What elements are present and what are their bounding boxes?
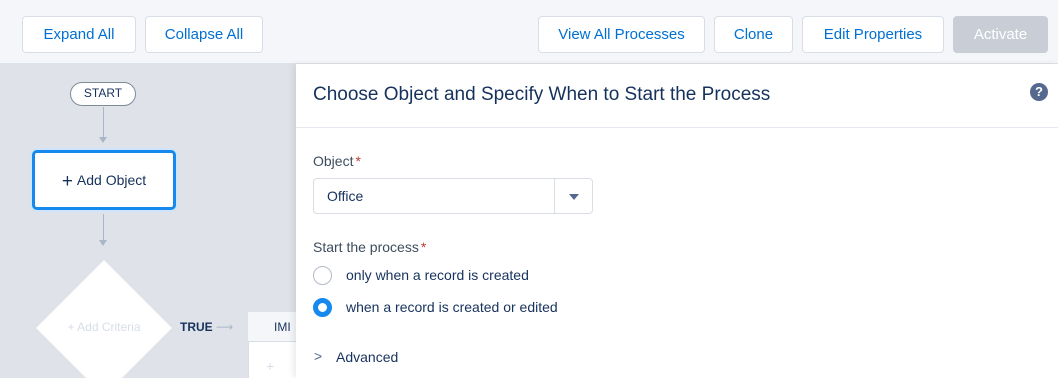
help-icon[interactable]: ? <box>1030 83 1048 101</box>
radio-button-checked[interactable] <box>313 298 332 317</box>
radio-button[interactable] <box>313 266 332 285</box>
panel-title: Choose Object and Specify When to Start … <box>313 84 771 105</box>
radio-label: when a record is created or edited <box>346 299 558 315</box>
add-criteria-label: + Add Criteria <box>67 320 141 334</box>
arrow-down-icon <box>99 240 107 246</box>
activate-button[interactable]: Activate <box>953 16 1048 53</box>
required-asterisk: * <box>355 153 361 169</box>
required-asterisk: * <box>420 239 427 255</box>
caret-down-icon[interactable] <box>569 194 579 200</box>
arrow-down-icon <box>99 137 107 143</box>
process-canvas: START + Add Object + Add Criteria TRUE ⟶ … <box>0 64 296 378</box>
object-select[interactable]: Office <box>313 178 593 214</box>
start-process-label: Start the process * <box>313 239 427 255</box>
true-branch-label: TRUE <box>180 320 213 334</box>
properties-panel: Choose Object and Specify When to Start … <box>296 64 1058 378</box>
plus-icon: + <box>61 171 73 192</box>
add-object-label: Add Object <box>76 172 147 188</box>
immediate-actions-header: IMI <box>248 312 296 342</box>
chevron-right-icon[interactable]: > <box>314 348 322 364</box>
object-select-value: Office <box>327 188 364 204</box>
start-node: START <box>70 82 136 106</box>
expand-all-button[interactable]: Expand All <box>22 16 136 53</box>
add-object-node[interactable]: + Add Object <box>32 150 176 210</box>
toolbar: Expand All Collapse All View All Process… <box>0 0 1058 64</box>
view-all-processes-button[interactable]: View All Processes <box>538 16 705 53</box>
advanced-toggle[interactable]: Advanced <box>336 349 398 365</box>
connector-line <box>103 214 104 240</box>
connector-line <box>103 107 104 137</box>
panel-header: Choose Object and Specify When to Start … <box>296 64 1058 128</box>
plus-icon: + <box>266 358 275 374</box>
arrow-right-icon: ⟶ <box>216 320 234 334</box>
radio-label: only when a record is created <box>346 267 529 283</box>
select-divider <box>554 179 555 213</box>
edit-properties-button[interactable]: Edit Properties <box>802 16 944 53</box>
object-field-label: Object * <box>313 153 361 169</box>
clone-button[interactable]: Clone <box>714 16 793 53</box>
collapse-all-button[interactable]: Collapse All <box>145 16 263 53</box>
